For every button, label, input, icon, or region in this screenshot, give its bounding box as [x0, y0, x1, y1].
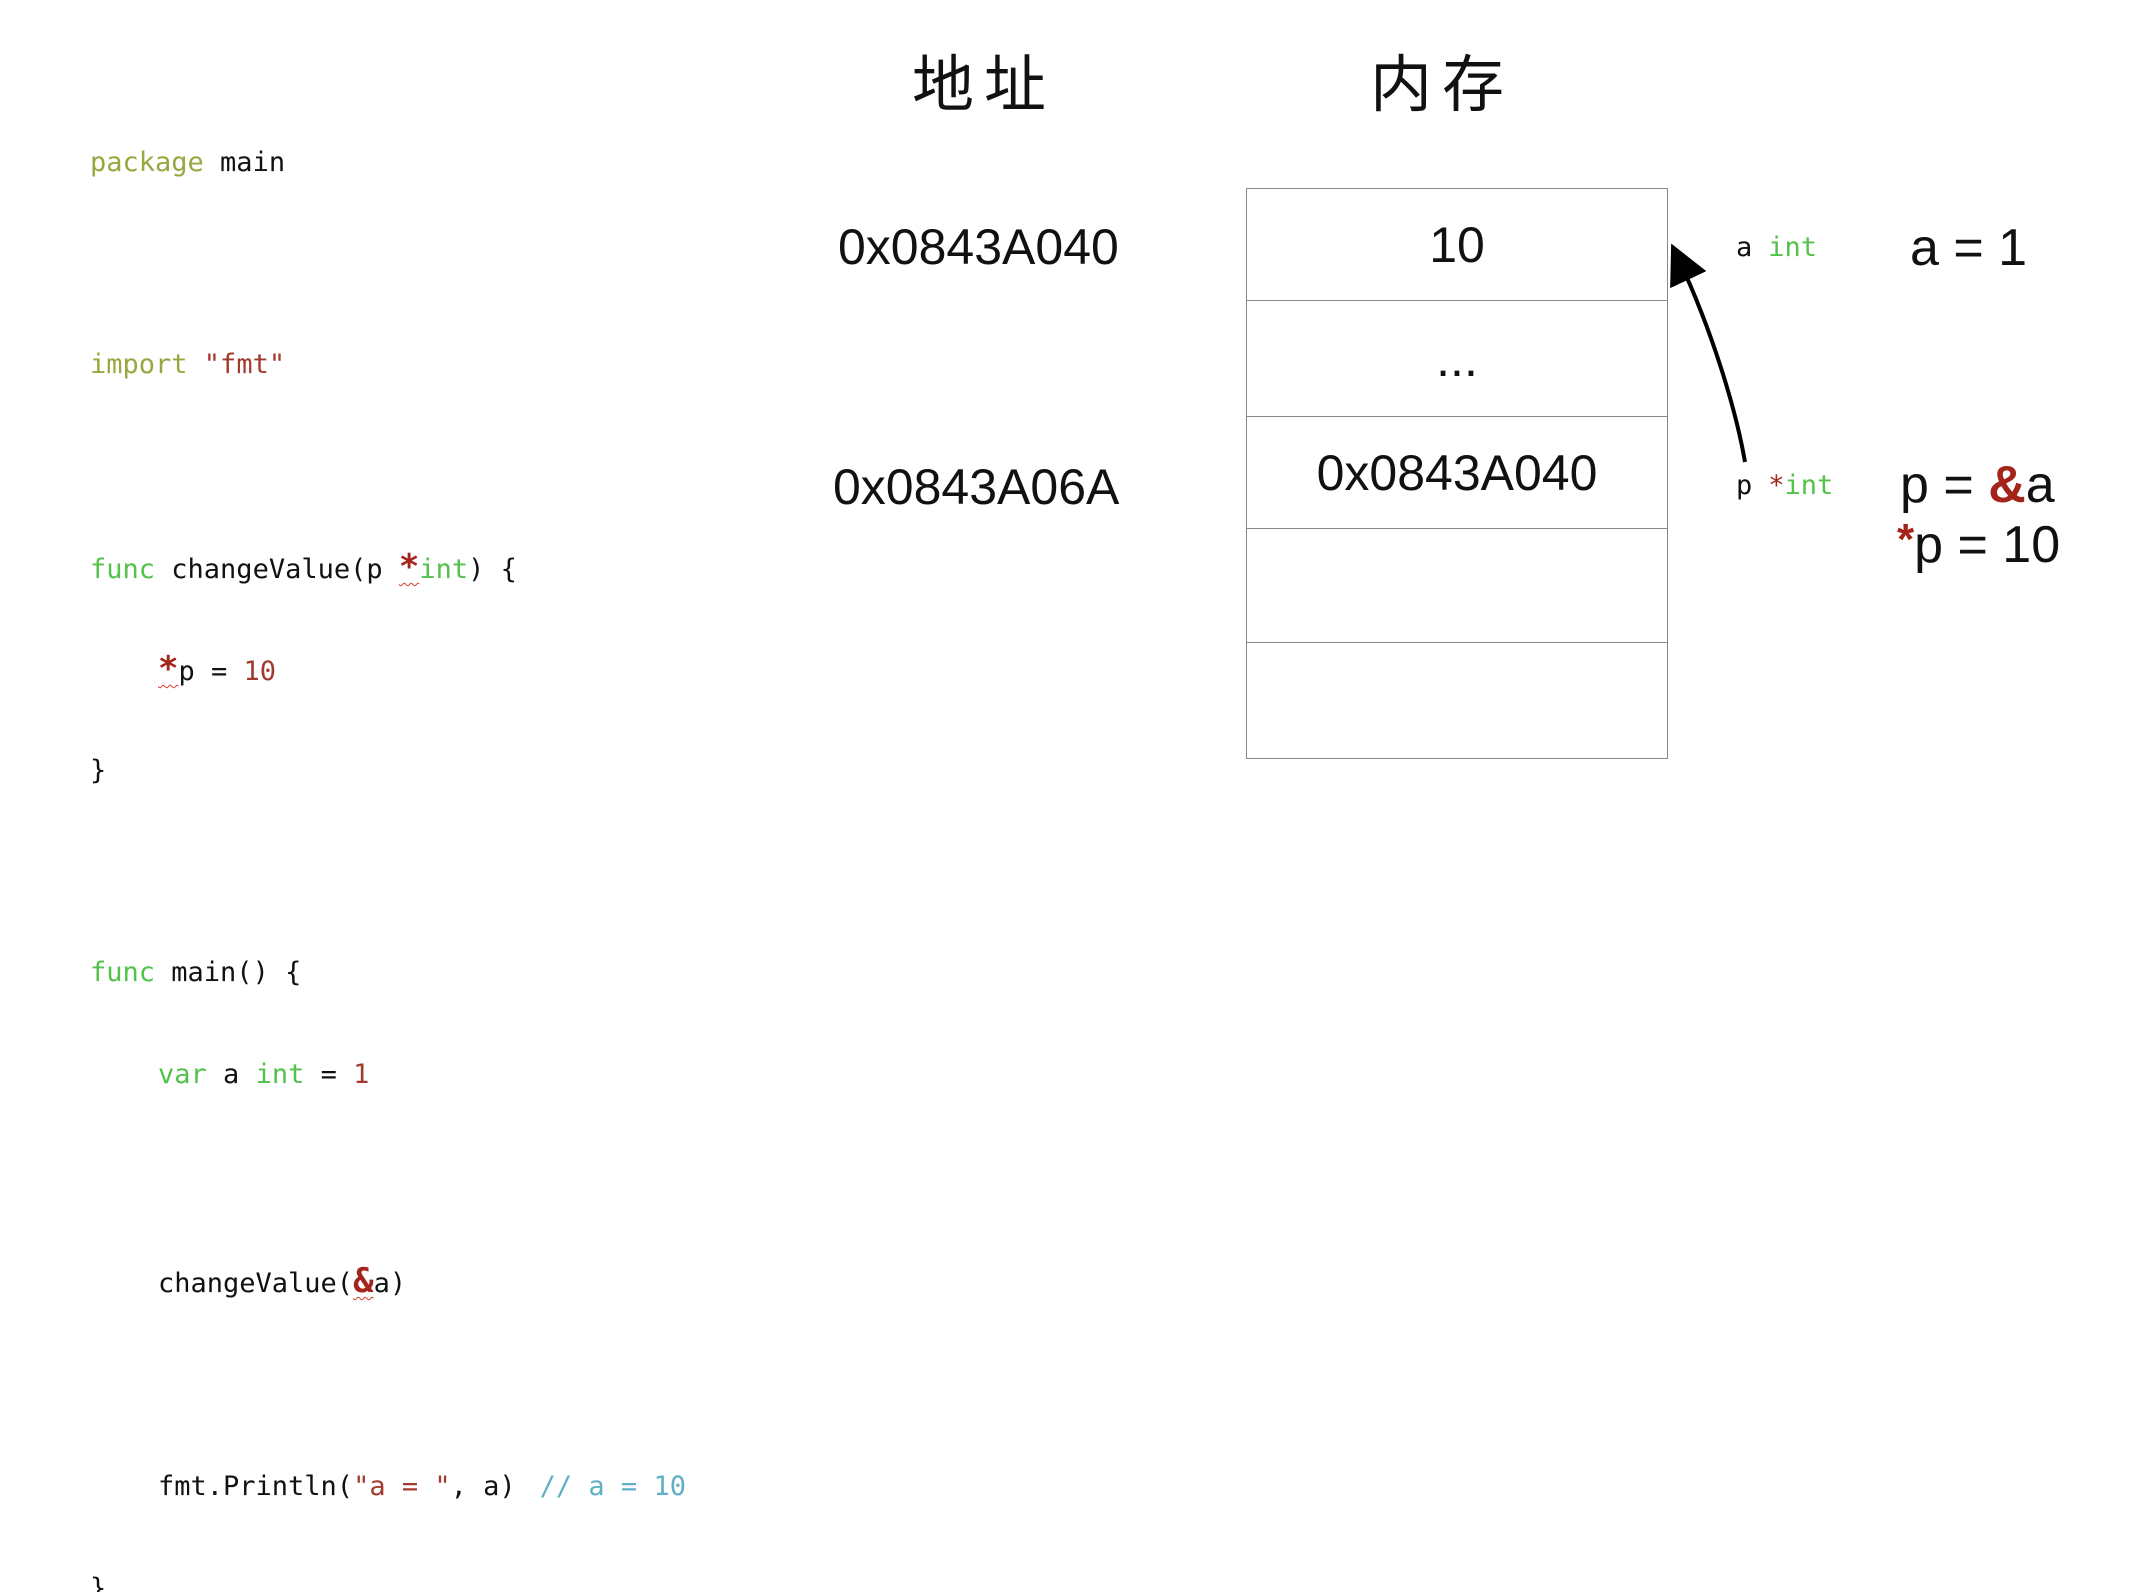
- memory-table: 10 ... 0x0843A040: [1246, 188, 1668, 759]
- code-line-package: package main: [90, 147, 286, 178]
- memory-cell-ellipsis: ...: [1247, 300, 1667, 416]
- memory-header: 内存: [1370, 48, 1515, 121]
- address-header: 地址: [912, 48, 1057, 121]
- code-line-close-brace: }: [90, 755, 107, 786]
- code-comment: // a = 10: [539, 1471, 686, 1502]
- expression-a-assign: a = 1: [1910, 219, 2028, 277]
- memory-cell-empty: [1247, 528, 1667, 642]
- memory-cell-p: 0x0843A040: [1247, 416, 1667, 528]
- code-line-println: fmt.Println("a = ", a)// a = 10: [158, 1471, 686, 1502]
- expression-p-assign: p = &a: [1900, 456, 2055, 514]
- deref-operator: *: [1897, 515, 1915, 564]
- address-of-operator: &: [1988, 456, 2026, 514]
- code-line-func-main: func main() {: [90, 957, 302, 988]
- address-a: 0x0843A040: [838, 219, 1119, 275]
- address-p: 0x0843A06A: [833, 459, 1120, 515]
- pointer-arrow-line: [1670, 243, 1747, 463]
- code-line-deref-assign: *p = 10: [158, 649, 277, 689]
- code-line-import: import "fmt": [90, 349, 286, 380]
- code-line-var-a: var a int = 1: [158, 1059, 370, 1090]
- memory-cell-empty: [1247, 642, 1667, 759]
- code-line-close-brace-main: }: [90, 1573, 107, 1592]
- code-listing: package main import "fmt" func changeVal…: [90, 78, 686, 1592]
- code-line-call-changevalue: changeValue(&a): [158, 1261, 407, 1301]
- expression-deref-assign: *p = 10: [1897, 515, 2061, 574]
- variable-label-p: p *int: [1736, 470, 1834, 501]
- code-line-func-changevalue: func changeValue(p *int) {: [90, 547, 517, 587]
- memory-cell-a: 10: [1247, 188, 1667, 300]
- variable-label-a: a int: [1736, 232, 1818, 263]
